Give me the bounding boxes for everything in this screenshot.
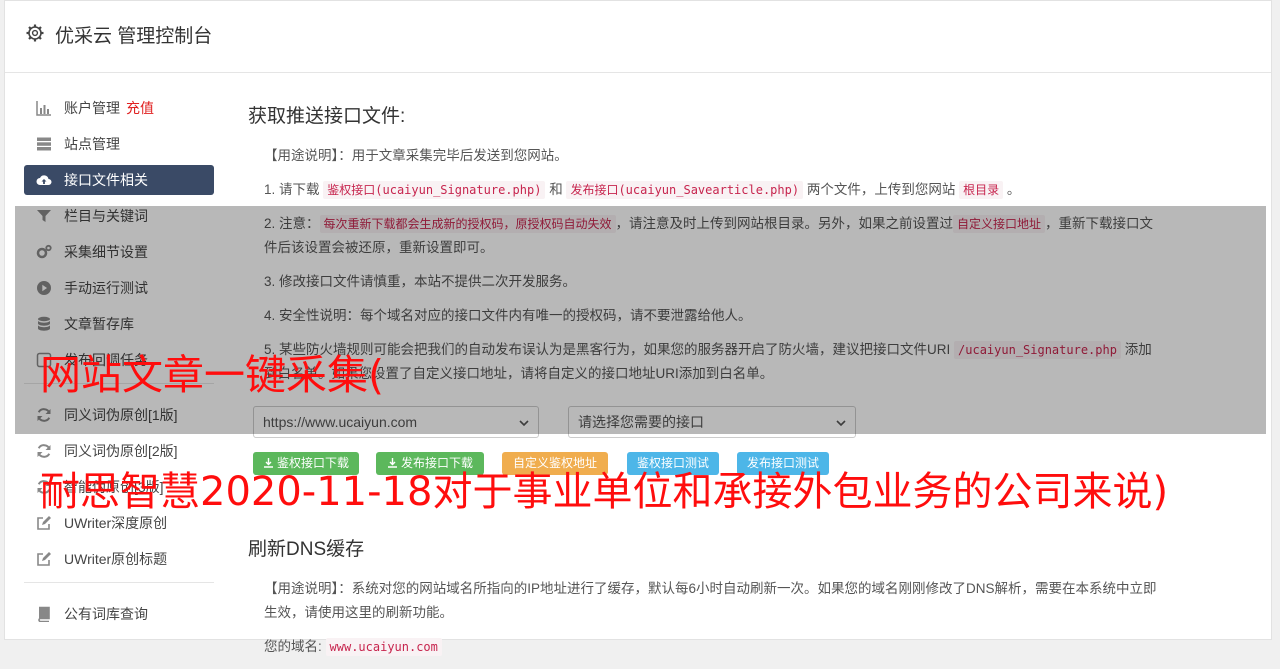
usage-prefix: 【用途说明】： <box>264 148 352 163</box>
usage-text: 用于文章采集完毕后发送到您网站。 <box>351 148 568 163</box>
step-text: 1. 请下载 <box>264 182 324 197</box>
book-icon <box>38 606 50 622</box>
dns-section-title: 刷新DNS缓存 <box>248 539 365 560</box>
refresh-icon <box>37 444 51 458</box>
usage-text: 系统对您的网站域名所指向的IP地址进行了缓存，默认每6小时自动刷新一次。如果您的… <box>264 581 1157 620</box>
dim-overlay <box>15 206 1266 434</box>
cloud-upload-icon <box>36 175 52 185</box>
domain-value: www.ucaiyun.com <box>325 638 442 656</box>
sidebar-item-label: 接口文件相关 <box>64 172 148 188</box>
sidebar-item-uwriter-title[interactable]: UWriter原创标题 <box>24 544 214 574</box>
page-title: 优采云 管理控制台 <box>55 26 213 47</box>
button-label: 发布接口下载 <box>400 456 473 470</box>
edit-icon <box>37 516 51 530</box>
step-text: 。 <box>1003 182 1021 197</box>
edit-icon <box>37 552 51 566</box>
step-text: 两个文件，上传到您网站 <box>803 182 960 197</box>
button-label: 鉴权接口测试 <box>636 456 709 470</box>
download-icon <box>387 458 397 468</box>
sidebar-item-public-lexicon[interactable]: 公有词库查询 <box>24 599 214 629</box>
push-step-1: 1. 请下载 鉴权接口(ucaiyun_Signature.php) 和 发布接… <box>264 178 1163 202</box>
sidebar-item-sites[interactable]: 站点管理 <box>24 129 214 159</box>
button-label: 自定义鉴权地址 <box>512 456 597 470</box>
server-icon <box>37 137 51 151</box>
publish-file-code: 发布接口(ucaiyun_Savearticle.php) <box>566 181 804 199</box>
button-label: 发布接口测试 <box>746 456 819 470</box>
push-section-title: 获取推送接口文件: <box>248 106 406 127</box>
sidebar-item-label: 账户管理 <box>64 100 120 116</box>
domain-label: 您的域名: <box>264 639 326 654</box>
dns-section: 刷新DNS缓存 【用途说明】：系统对您的网站域名所指向的IP地址进行了缓存，默认… <box>248 534 1163 659</box>
sidebar-item-account[interactable]: 账户管理 充值 <box>24 93 214 123</box>
sidebar-item-label: 站点管理 <box>64 136 120 152</box>
sidebar-item-label: 公有词库查询 <box>64 606 148 622</box>
sidebar-divider <box>24 582 214 583</box>
push-usage: 【用途说明】：用于文章采集完毕后发送到您网站。 <box>264 144 1163 168</box>
sidebar-item-api-files[interactable]: 接口文件相关 <box>24 165 214 195</box>
recharge-link[interactable]: 充值 <box>126 100 154 116</box>
usage-prefix: 【用途说明】： <box>264 581 352 596</box>
sidebar-item-label: UWriter深度原创 <box>64 515 168 531</box>
bar-chart-icon <box>36 101 51 116</box>
sidebar-item-synonym-v2[interactable]: 同义词伪原创[2版] <box>24 436 214 466</box>
dns-usage: 【用途说明】：系统对您的网站域名所指向的IP地址进行了缓存，默认每6小时自动刷新… <box>264 577 1163 625</box>
console-header: 优采云 管理控制台 <box>5 1 1271 73</box>
dns-domain: 您的域名: www.ucaiyun.com <box>264 635 1163 659</box>
gear-icon <box>26 24 44 42</box>
watermark-line-2: 耐思智慧2020-11-18对于事业单位和承接外包业务的公司来说) <box>40 469 1169 515</box>
auth-file-code: 鉴权接口(ucaiyun_Signature.php) <box>323 181 546 199</box>
root-dir-code: 根目录 <box>959 181 1004 199</box>
button-label: 鉴权接口下载 <box>276 456 349 470</box>
sidebar-item-label: 同义词伪原创[2版] <box>64 443 178 459</box>
watermark-line-1: 网站文章一键采集( <box>40 351 384 399</box>
step-text: 和 <box>545 182 567 197</box>
sidebar-item-label: UWriter原创标题 <box>64 551 168 567</box>
download-icon <box>263 458 273 468</box>
